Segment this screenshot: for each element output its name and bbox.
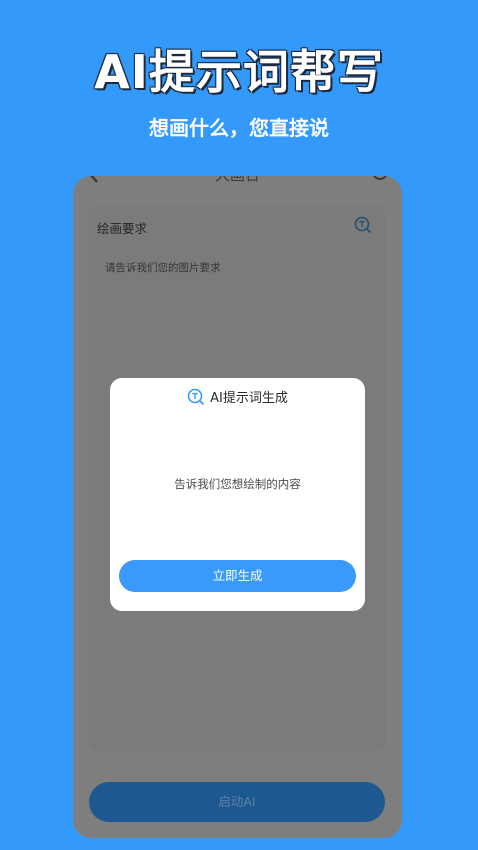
hero-subtitle: 想画什么，您直接说 bbox=[149, 116, 329, 140]
generate-now-button[interactable]: 立即生成 bbox=[119, 560, 356, 592]
page: AI提示词帮写 想画什么，您直接说 大画台 绘画要求 启动AI bbox=[0, 0, 478, 850]
ai-magnifier-icon[interactable] bbox=[354, 216, 372, 234]
topbar-title: 大画台 bbox=[73, 176, 402, 185]
ai-prompt-dialog: AI提示词生成 告诉我们您想绘制的内容 立即生成 bbox=[110, 378, 365, 611]
dialog-message: 告诉我们您想绘制的内容 bbox=[174, 477, 301, 491]
prompt-input[interactable] bbox=[105, 258, 375, 278]
dialog-header: AI提示词生成 bbox=[110, 387, 365, 407]
phone-topbar: 大画台 bbox=[73, 176, 402, 184]
start-ai-button[interactable]: 启动AI bbox=[89, 782, 385, 822]
dialog-title: AI提示词生成 bbox=[210, 391, 288, 406]
prompt-label: 绘画要求 bbox=[97, 221, 148, 236]
ai-magnifier-icon bbox=[187, 388, 205, 405]
hero-title: AI提示词帮写 bbox=[94, 45, 384, 99]
